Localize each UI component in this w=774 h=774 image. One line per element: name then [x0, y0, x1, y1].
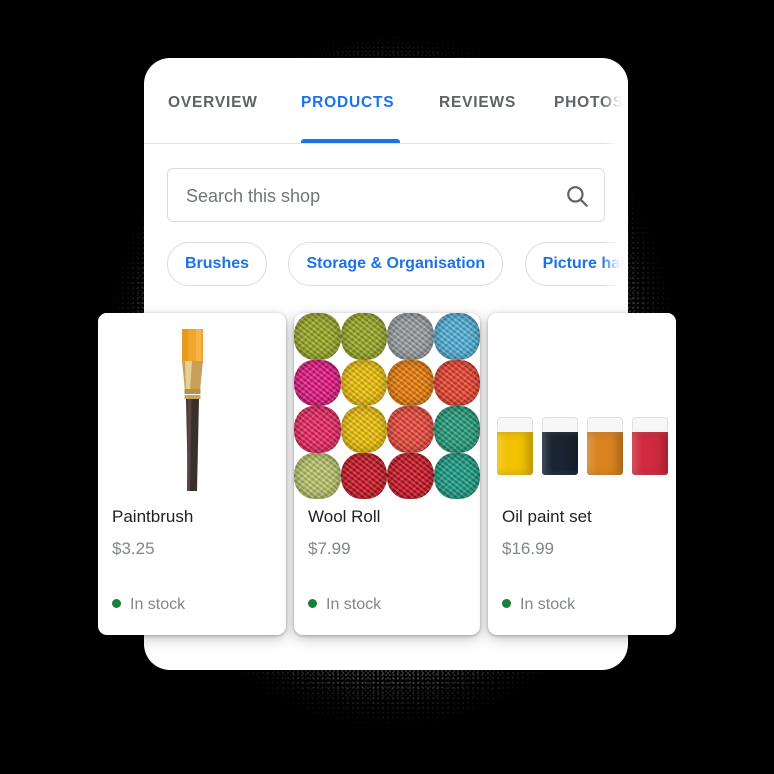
product-price: $16.99 — [502, 539, 554, 558]
product-card[interactable]: Wool Roll $7.99 In stock — [294, 313, 480, 635]
active-tab-indicator — [301, 139, 400, 143]
yarn-ball — [433, 406, 480, 453]
yarn-ball — [433, 452, 480, 499]
paint-jar-lid — [496, 417, 533, 432]
yarn-balls-artwork — [294, 313, 480, 499]
paint-jar-body — [496, 432, 533, 475]
in-stock-dot-icon — [502, 599, 511, 608]
yarn-ball — [433, 359, 480, 406]
product-title: Oil paint set — [502, 507, 592, 526]
product-price: $3.25 — [112, 539, 155, 558]
product-stock-status: In stock — [502, 596, 575, 614]
paint-jars-artwork — [488, 417, 676, 475]
product-title: Wool Roll — [308, 507, 381, 526]
chip-storage-organisation[interactable]: Storage & Organisation — [288, 242, 504, 286]
yarn-ball — [387, 406, 434, 453]
product-image-oil-paint-set — [488, 313, 676, 499]
stock-label: In stock — [520, 596, 576, 613]
stock-label: In stock — [326, 596, 382, 613]
chip-brushes[interactable]: Brushes — [167, 242, 268, 286]
tab-photos[interactable]: PHOTOS — [554, 94, 624, 112]
search-icon[interactable] — [564, 183, 590, 209]
tab-bar: OVERVIEW PRODUCTS REVIEWS PHOTOS — [144, 58, 628, 144]
chip-picture-hangers[interactable]: Picture hangers — [524, 242, 628, 286]
screenshot-root: OVERVIEW PRODUCTS REVIEWS PHOTOS Brushes… — [0, 0, 774, 774]
paint-jar-body — [631, 432, 668, 475]
search-box[interactable] — [167, 168, 605, 223]
paint-jar-lid — [541, 417, 578, 432]
paint-jar — [631, 417, 668, 475]
tab-products[interactable]: PRODUCTS — [301, 94, 394, 112]
category-chip-row[interactable]: Brushes Storage & Organisation Picture h… — [167, 242, 628, 288]
in-stock-dot-icon — [112, 599, 121, 608]
yarn-ball — [340, 452, 387, 499]
product-card[interactable]: Oil paint set $16.99 In stock — [488, 313, 676, 635]
product-title: Paintbrush — [112, 507, 194, 526]
product-image-wool-roll — [294, 313, 480, 499]
paint-jar-lid — [586, 417, 623, 432]
yarn-ball — [387, 359, 434, 406]
product-image-paintbrush — [98, 313, 286, 499]
product-stock-status: In stock — [112, 596, 185, 614]
yarn-ball — [433, 313, 480, 360]
yarn-ball — [387, 313, 434, 360]
paint-jar-body — [586, 432, 623, 475]
stock-label: In stock — [130, 596, 186, 613]
paint-jar — [586, 417, 623, 475]
tab-overview[interactable]: OVERVIEW — [168, 94, 258, 112]
product-card[interactable]: Paintbrush $3.25 In stock — [98, 313, 286, 635]
yarn-ball — [340, 313, 387, 360]
yarn-ball — [340, 406, 387, 453]
paint-jar — [541, 417, 578, 475]
product-stock-status: In stock — [308, 596, 381, 614]
paintbrush-icon — [182, 329, 203, 491]
tab-reviews[interactable]: REVIEWS — [439, 94, 516, 112]
yarn-ball — [387, 452, 434, 499]
search-input[interactable] — [184, 169, 568, 223]
product-price: $7.99 — [308, 539, 351, 558]
yarn-ball — [294, 313, 341, 360]
yarn-ball — [294, 406, 341, 453]
yarn-ball — [340, 359, 387, 406]
in-stock-dot-icon — [308, 599, 317, 608]
yarn-ball — [294, 359, 341, 406]
yarn-ball — [294, 452, 341, 499]
paint-jar-lid — [631, 417, 668, 432]
paint-jar — [496, 417, 533, 475]
paint-jar-body — [541, 432, 578, 475]
